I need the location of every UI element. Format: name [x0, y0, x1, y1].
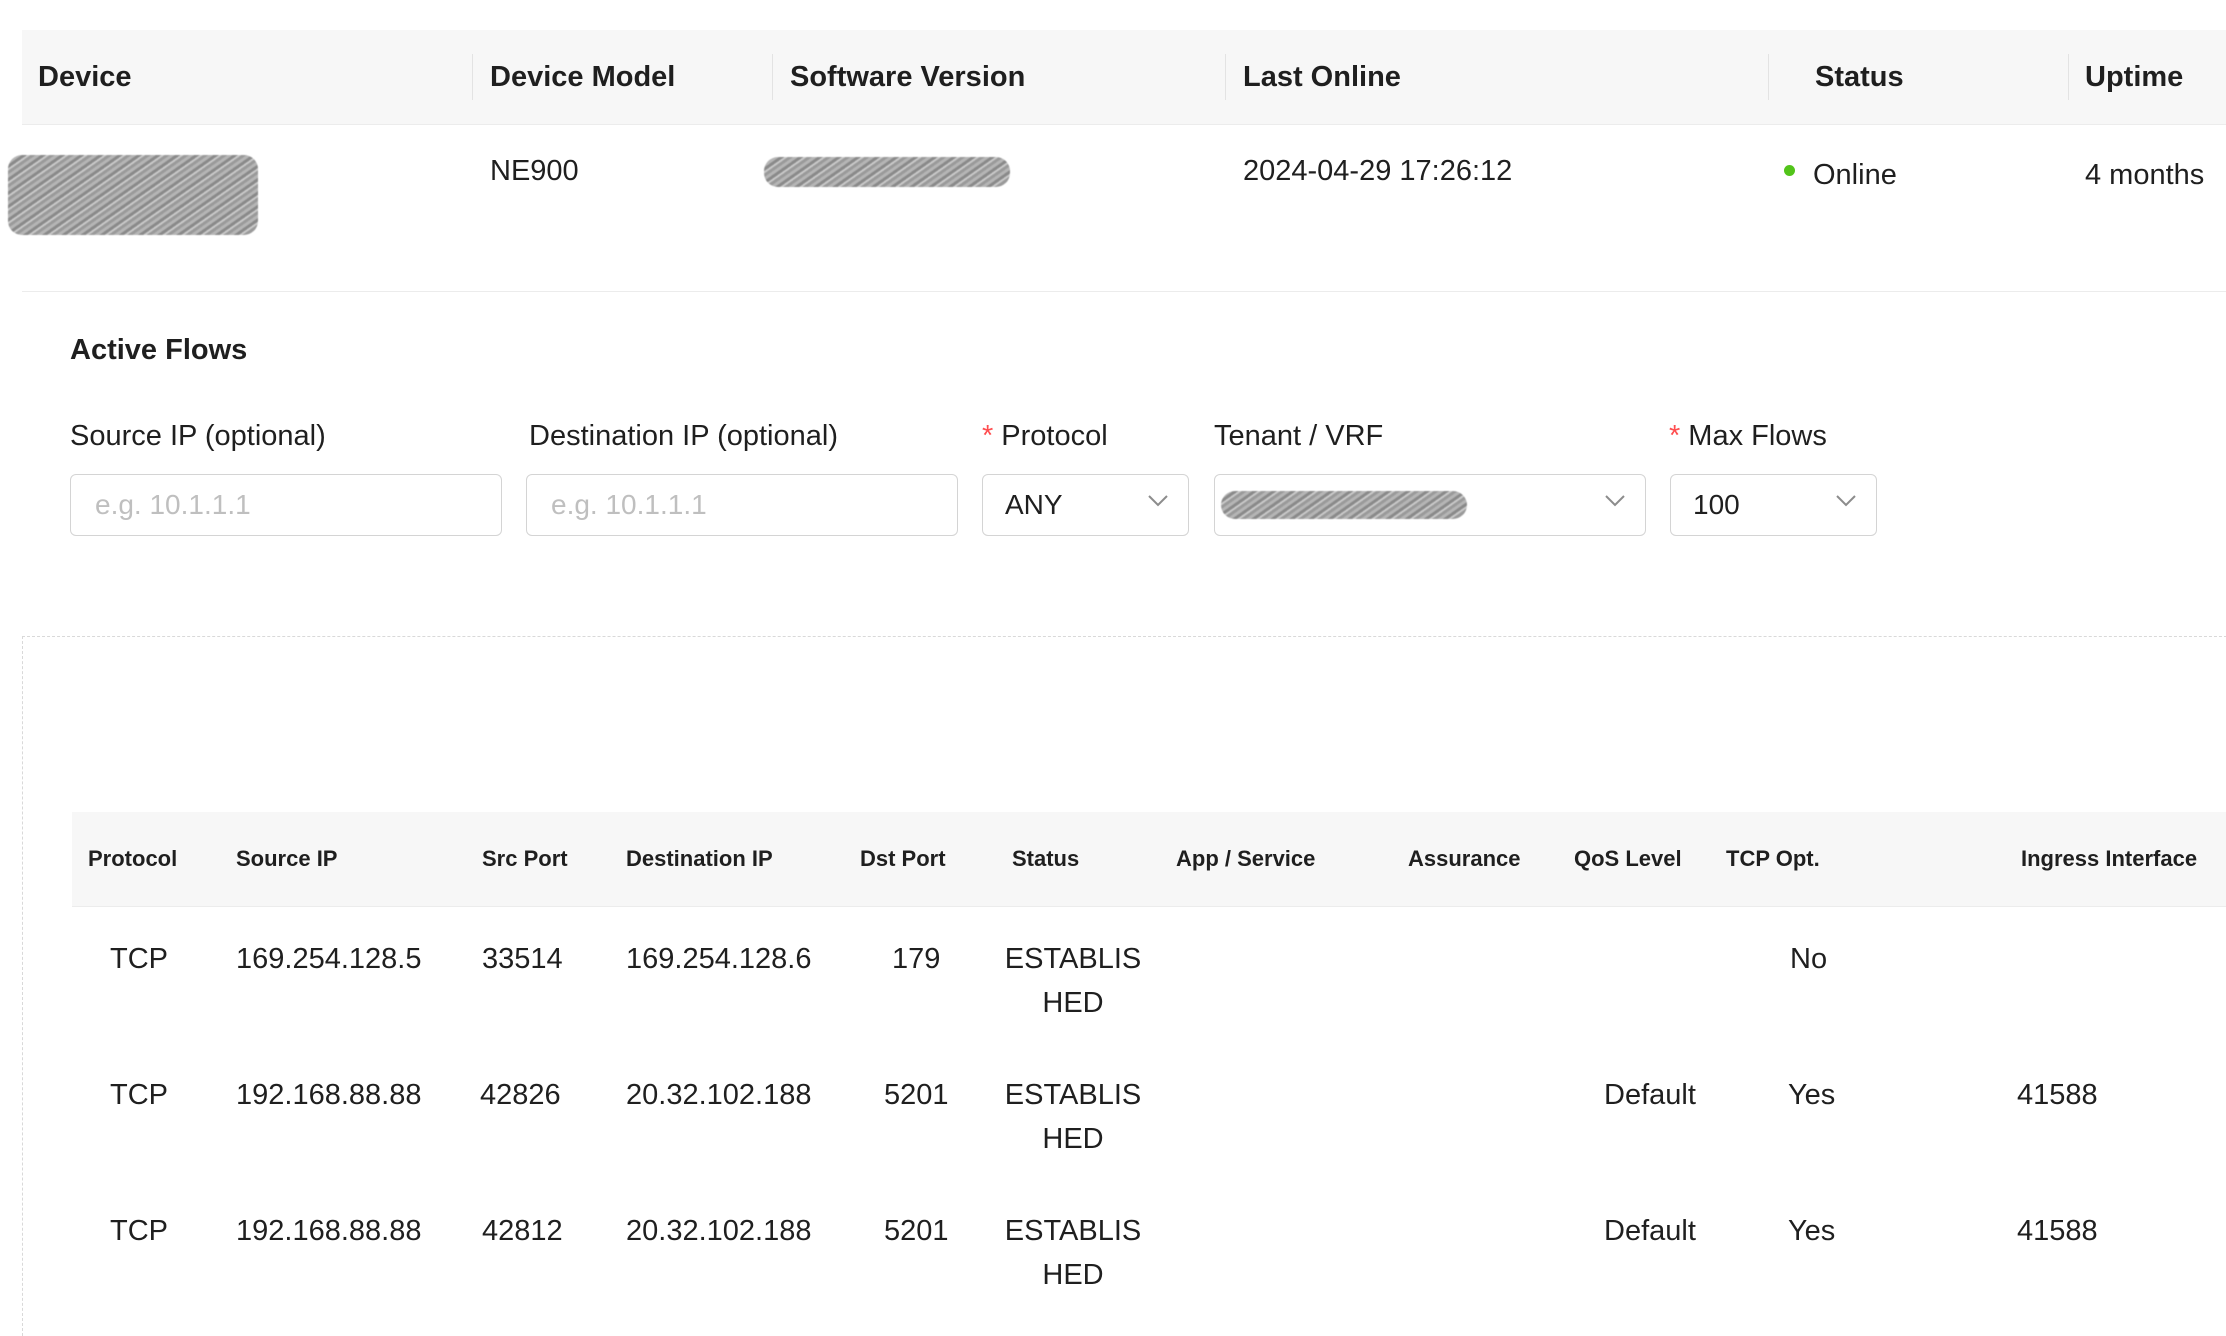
column-divider — [2068, 54, 2069, 100]
cell-destination-ip: 169.254.128.6 — [626, 943, 812, 975]
cell-src-port: 33514 — [482, 943, 563, 975]
chevron-down-icon — [1836, 495, 1856, 507]
column-divider — [1225, 54, 1226, 100]
column-divider — [772, 54, 773, 100]
cell-destination-ip: 20.32.102.188 — [626, 1079, 812, 1111]
protocol-label-text: Protocol — [1001, 420, 1108, 452]
device-table: Device Device Model Software Version Las… — [8, 30, 2226, 292]
cell-ingress-interface: 41588 — [2017, 1079, 2098, 1111]
tenant-vrf-label: Tenant / VRF — [1214, 420, 1384, 452]
column-divider — [1768, 54, 1769, 100]
cell-dst-port: 5201 — [884, 1215, 949, 1247]
cell-status: ESTABLISHED — [1004, 943, 1142, 1019]
header-status: Status — [1012, 846, 1080, 871]
cell-destination-ip: 20.32.102.188 — [626, 1215, 812, 1247]
chevron-down-icon — [1605, 495, 1625, 507]
header-destination-ip: Destination IP — [626, 846, 773, 871]
max-flows-label: * Max Flows — [1669, 420, 1827, 453]
header-device-model: Device Model — [490, 61, 676, 93]
redacted-device-name — [8, 155, 258, 235]
protocol-select[interactable]: ANY — [982, 474, 1189, 536]
header-ingress-interface: Ingress Interface — [2021, 846, 2198, 871]
status-dot-icon — [1784, 164, 1795, 176]
uptime-value: 4 months — [2085, 159, 2205, 191]
column-divider — [472, 54, 473, 100]
header-device: Device — [38, 61, 132, 93]
header-assurance: Assurance — [1408, 846, 1521, 871]
cell-source-ip: 192.168.88.88 — [236, 1079, 422, 1111]
required-marker: * — [982, 420, 994, 452]
header-dst-port: Dst Port — [860, 846, 946, 871]
cell-src-port: 42826 — [480, 1079, 561, 1111]
header-app-service: App / Service — [1176, 846, 1316, 871]
cell-source-ip: 192.168.88.88 — [236, 1215, 422, 1247]
redacted-software-version — [764, 157, 1010, 187]
cell-qos-level: Default — [1604, 1215, 1696, 1247]
header-protocol: Protocol — [88, 846, 178, 871]
header-source-ip: Source IP — [236, 846, 338, 871]
header-tcp-opt: TCP Opt. — [1726, 846, 1820, 871]
max-flows-label-text: Max Flows — [1688, 420, 1827, 452]
cell-protocol: TCP — [110, 943, 168, 975]
protocol-selected-value: ANY — [1005, 489, 1063, 520]
chevron-down-icon — [1148, 495, 1168, 507]
active-flows-title: Active Flows — [70, 334, 248, 366]
tenant-vrf-select[interactable] — [1214, 474, 1646, 536]
device-model-value: NE900 — [490, 155, 579, 187]
destination-ip-label: Destination IP (optional) — [529, 420, 838, 452]
max-flows-selected-value: 100 — [1693, 489, 1740, 520]
header-status: Status — [1815, 61, 1904, 93]
device-row: NE900 2024-04-29 17:26:12 Online 4 month… — [8, 125, 2226, 292]
source-ip-label: Source IP (optional) — [70, 420, 326, 452]
cell-source-ip: 169.254.128.5 — [236, 943, 422, 975]
cell-ingress-interface: 41588 — [2017, 1215, 2098, 1247]
max-flows-select[interactable]: 100 — [1670, 474, 1877, 536]
cell-qos-level: Default — [1604, 1079, 1696, 1111]
cell-protocol: TCP — [110, 1079, 168, 1111]
cell-dst-port: 5201 — [884, 1079, 949, 1111]
cell-status: ESTABLISHED — [1004, 1079, 1142, 1155]
status-online: Online — [1784, 159, 1897, 192]
header-uptime: Uptime — [2085, 61, 2184, 93]
required-marker: * — [1669, 420, 1681, 452]
redacted-tenant-vrf — [1221, 491, 1467, 519]
table-row: TCP 192.168.88.88 42826 20.32.102.188 52… — [72, 1043, 2226, 1179]
device-table-header: Device Device Model Software Version Las… — [22, 30, 2226, 125]
cell-tcp-opt: Yes — [1788, 1079, 1836, 1111]
cell-protocol: TCP — [110, 1215, 168, 1247]
last-online-value: 2024-04-29 17:26:12 — [1243, 155, 1513, 187]
header-qos-level: QoS Level — [1574, 846, 1682, 871]
cell-tcp-opt: Yes — [1788, 1215, 1836, 1247]
header-last-online: Last Online — [1243, 61, 1401, 93]
cell-src-port: 42812 — [482, 1215, 563, 1247]
cell-status: ESTABLISHED — [1004, 1215, 1142, 1291]
table-row: TCP 192.168.88.88 42812 20.32.102.188 52… — [72, 1179, 2226, 1315]
status-text: Online — [1813, 159, 1897, 191]
flows-table: Protocol Source IP Src Port Destination … — [72, 812, 2226, 1315]
header-src-port: Src Port — [482, 846, 568, 871]
cell-tcp-opt: No — [1790, 943, 1828, 975]
flows-table-header: Protocol Source IP Src Port Destination … — [72, 812, 2226, 907]
header-software-version: Software Version — [790, 61, 1026, 93]
cell-dst-port: 179 — [892, 943, 941, 975]
source-ip-input[interactable] — [70, 474, 502, 536]
destination-ip-input[interactable] — [526, 474, 958, 536]
protocol-label: * Protocol — [982, 420, 1108, 453]
table-row: TCP 169.254.128.5 33514 169.254.128.6 17… — [72, 907, 2226, 1043]
